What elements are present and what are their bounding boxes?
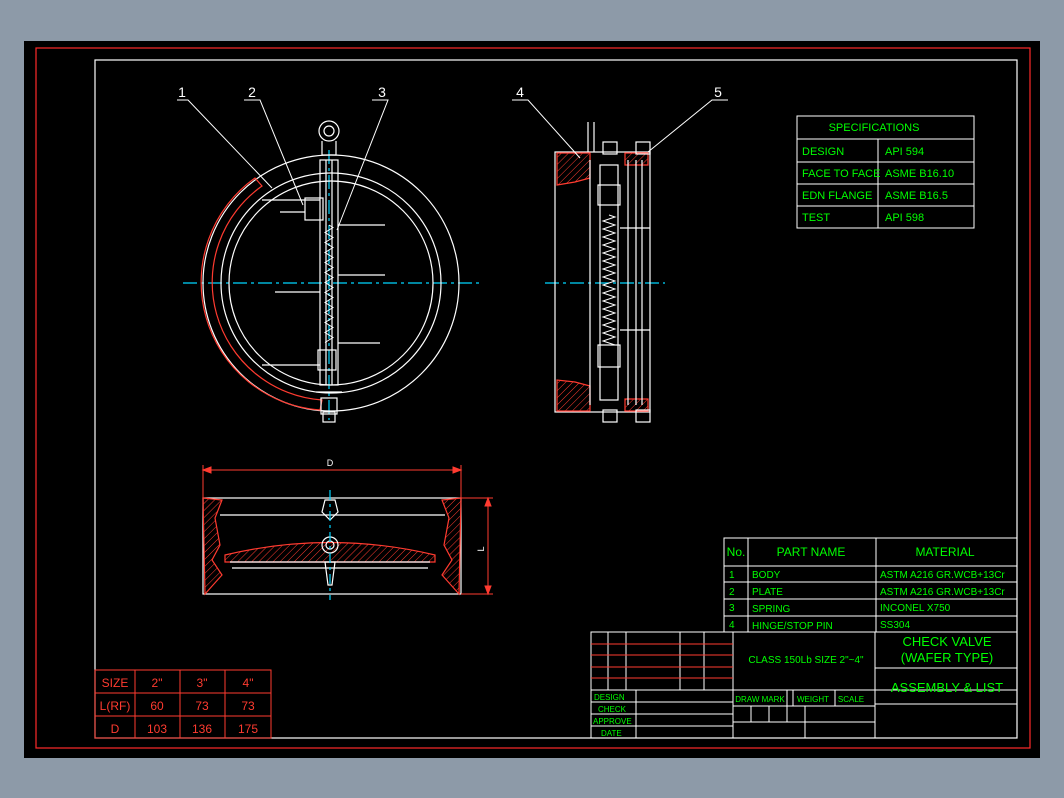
parts-header-name: PART NAME	[777, 545, 846, 559]
part-name-0: BODY	[752, 570, 781, 581]
size-r0-c2: 3"	[197, 676, 208, 690]
size-r1-c0: L(RF)	[100, 699, 131, 713]
dim-d-label: D	[327, 458, 334, 468]
dim-l-label: L	[476, 546, 486, 551]
size-r2-c1: 103	[147, 722, 167, 736]
signoff-approve: APPROVE	[593, 717, 632, 726]
spec-label-2: EDN FLANGE	[802, 190, 872, 202]
part-no-3: 4	[729, 620, 735, 631]
size-r0-c3: 4"	[243, 676, 254, 690]
balloon-2: 2	[248, 84, 256, 100]
part-no-2: 3	[729, 603, 735, 614]
signoff-design: DESIGN	[594, 693, 625, 702]
info-draw-mark: DRAW MARK	[735, 695, 785, 704]
part-no-1: 2	[729, 587, 735, 598]
parts-header-no: No.	[727, 545, 746, 559]
size-r2-c3: 175	[238, 722, 258, 736]
size-r1-c3: 73	[241, 699, 255, 713]
part-name-3: HINGE/STOP PIN	[752, 621, 833, 632]
size-r0-c0: SIZE	[102, 676, 129, 690]
balloon-5: 5	[714, 84, 722, 100]
size-r2-c0: D	[111, 722, 120, 736]
balloon-1: 1	[178, 84, 186, 100]
subtitle: ASSEMBLY & LIST	[891, 680, 1003, 695]
title-line-1: CHECK VALVE	[902, 634, 991, 649]
cad-drawing: D L 1 2 3 4 5 SPECIFICATIONS DESIGN API …	[24, 41, 1040, 758]
spec-value-0: API 594	[885, 146, 924, 158]
size-r2-c2: 136	[192, 722, 212, 736]
signoff-date: DATE	[601, 729, 622, 738]
parts-header-material: MATERIAL	[915, 545, 974, 559]
spec-value-1: ASME B16.10	[885, 168, 954, 180]
signoff-check: CHECK	[598, 705, 627, 714]
part-material-0: ASTM A216 GR.WCB+13Cr	[880, 570, 1005, 581]
spec-value-2: ASME B16.5	[885, 190, 948, 202]
part-material-2: INCONEL X750	[880, 603, 951, 614]
info-scale: SCALE	[838, 695, 864, 704]
balloon-3: 3	[378, 84, 386, 100]
spec-label-1: FACE TO FACE	[802, 168, 880, 180]
size-r1-c2: 73	[195, 699, 209, 713]
part-name-1: PLATE	[752, 587, 783, 598]
part-material-3: SS304	[880, 620, 910, 631]
spec-value-3: API 598	[885, 212, 924, 224]
spec-title: SPECIFICATIONS	[829, 122, 920, 134]
size-r0-c1: 2"	[152, 676, 163, 690]
size-r1-c1: 60	[150, 699, 164, 713]
class-size-label: CLASS 150Lb SIZE 2"~4"	[748, 655, 864, 666]
info-weight: WEIGHT	[797, 695, 829, 704]
balloon-4: 4	[516, 84, 524, 100]
spec-label-3: TEST	[802, 212, 830, 224]
part-no-0: 1	[729, 570, 735, 581]
spec-label-0: DESIGN	[802, 146, 844, 158]
part-name-2: SPRING	[752, 604, 791, 615]
title-line-2: (WAFER TYPE)	[901, 650, 993, 665]
part-material-1: ASTM A216 GR.WCB+13Cr	[880, 587, 1005, 598]
